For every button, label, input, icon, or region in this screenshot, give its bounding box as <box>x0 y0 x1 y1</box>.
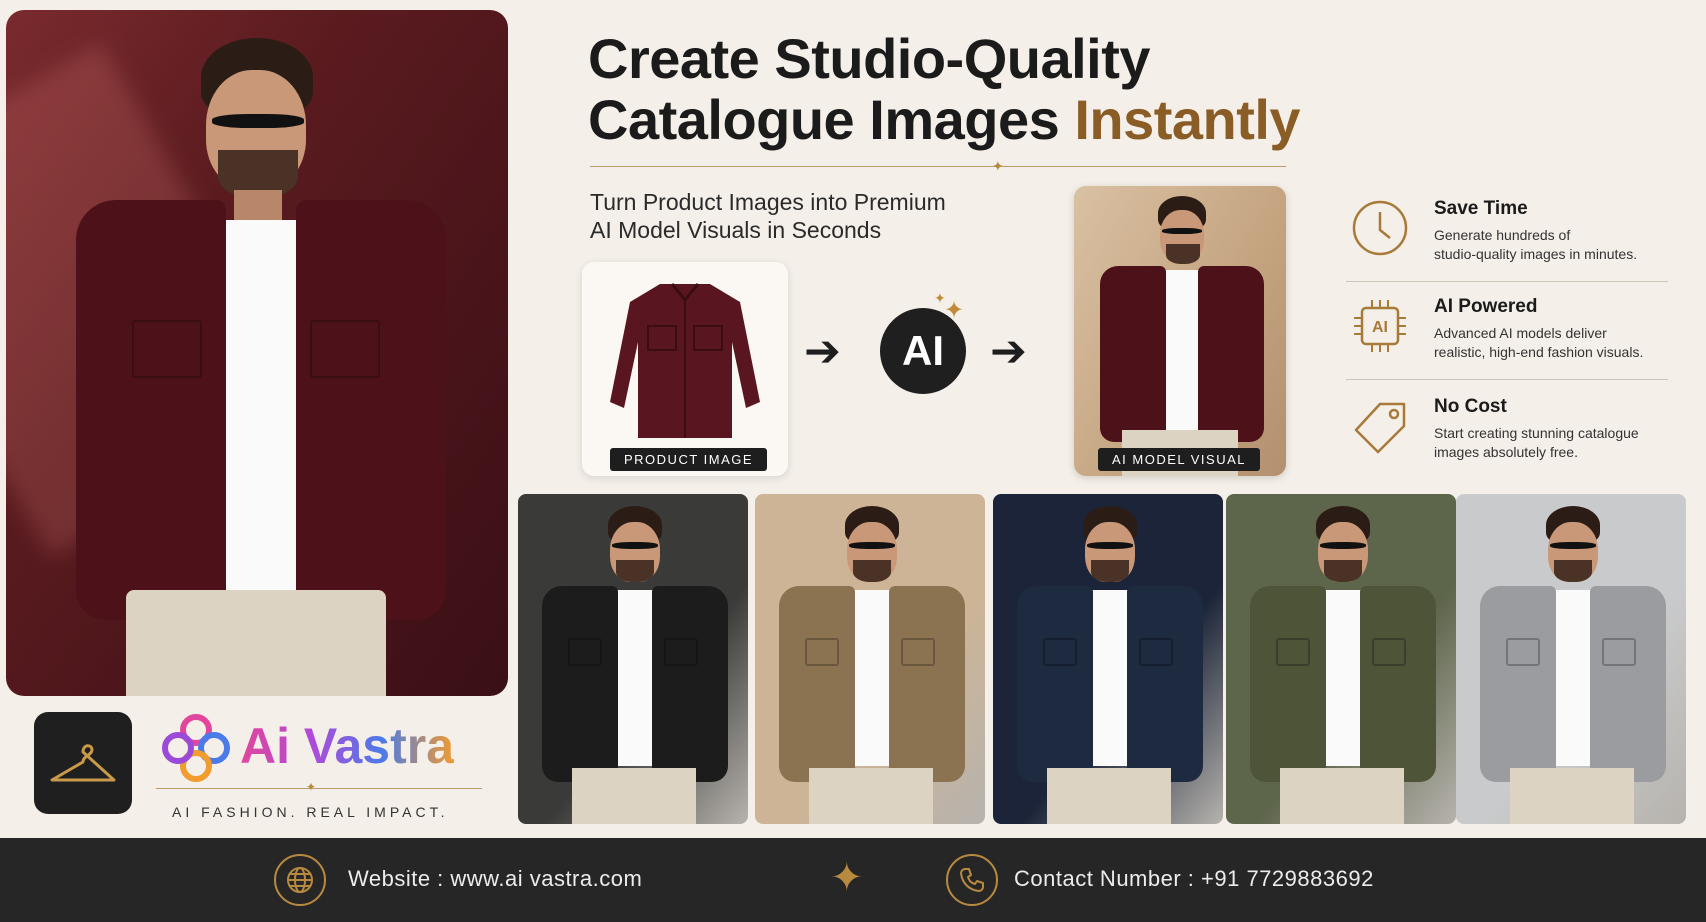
subtitle: Turn Product Images into Premium AI Mode… <box>590 189 946 243</box>
title-divider <box>590 166 1286 167</box>
sparkle-icon: ✦ <box>992 158 1004 174</box>
clock-icon <box>1352 200 1408 256</box>
brand-flower-icon <box>162 714 230 782</box>
phone-icon <box>946 854 998 906</box>
result-model-figure <box>1096 194 1264 476</box>
gallery-variant-4 <box>1226 494 1456 824</box>
gallery-model-figure <box>1476 504 1666 824</box>
gallery-variant-5 <box>1456 494 1686 824</box>
brand-tagline: AI FASHION. REAL IMPACT. <box>172 804 449 820</box>
gallery-variant-2 <box>755 494 985 824</box>
website-link[interactable]: Website : www.ai vastra.com <box>348 866 642 892</box>
arrow-right-icon: ➔ <box>990 327 1027 376</box>
gallery-model-figure <box>538 504 728 824</box>
gallery-model-figure <box>1246 504 1436 824</box>
feature-divider <box>1346 379 1668 380</box>
sparkle-icon: ✦ <box>306 780 317 794</box>
arrow-right-icon: ➔ <box>804 327 841 376</box>
feature-divider <box>1346 281 1668 282</box>
ai-model-visual-card: AI MODEL VISUAL <box>1074 186 1286 476</box>
hanger-icon <box>50 744 116 782</box>
ai-chip-icon: AI <box>1354 300 1406 352</box>
brand-name: Ai Vastra <box>240 718 455 774</box>
gallery-model-figure <box>775 504 965 824</box>
page-title: Create Studio-Quality Catalogue Images I… <box>588 27 1301 151</box>
ai-model-visual-badge: AI MODEL VISUAL <box>1098 448 1260 471</box>
globe-icon <box>274 854 326 906</box>
feature-ai-powered: AI AI Powered Advanced AI models deliver… <box>1350 296 1670 366</box>
sparkle-icon: ✦ <box>944 297 965 324</box>
product-image-badge: PRODUCT IMAGE <box>610 448 768 471</box>
feature-save-time: Save Time Generate hundreds of studio-qua… <box>1350 198 1670 268</box>
gallery-variant-3 <box>993 494 1223 824</box>
gallery-variant-1 <box>518 494 748 824</box>
shirt-product-icon <box>610 283 760 438</box>
feature-no-cost: No Cost Start creating stunning catalogu… <box>1350 396 1670 466</box>
sparkle-icon: ✦ <box>830 856 864 900</box>
contact-number[interactable]: Contact Number : +91 7729883692 <box>1014 866 1374 892</box>
title-accent: Instantly <box>1074 88 1301 151</box>
footer-bar: Website : www.ai vastra.com ✦ Contact Nu… <box>0 838 1706 922</box>
price-tag-icon <box>1354 402 1406 454</box>
app-logo <box>34 712 132 814</box>
gallery-model-figure <box>1013 504 1203 824</box>
svg-text:AI: AI <box>1372 319 1388 336</box>
product-image-card: PRODUCT IMAGE <box>582 262 788 476</box>
sparkle-icon: ✦ <box>934 290 946 306</box>
hero-model-figure <box>66 30 446 696</box>
hero-model-photo <box>6 10 508 696</box>
tagline-divider <box>156 788 482 789</box>
